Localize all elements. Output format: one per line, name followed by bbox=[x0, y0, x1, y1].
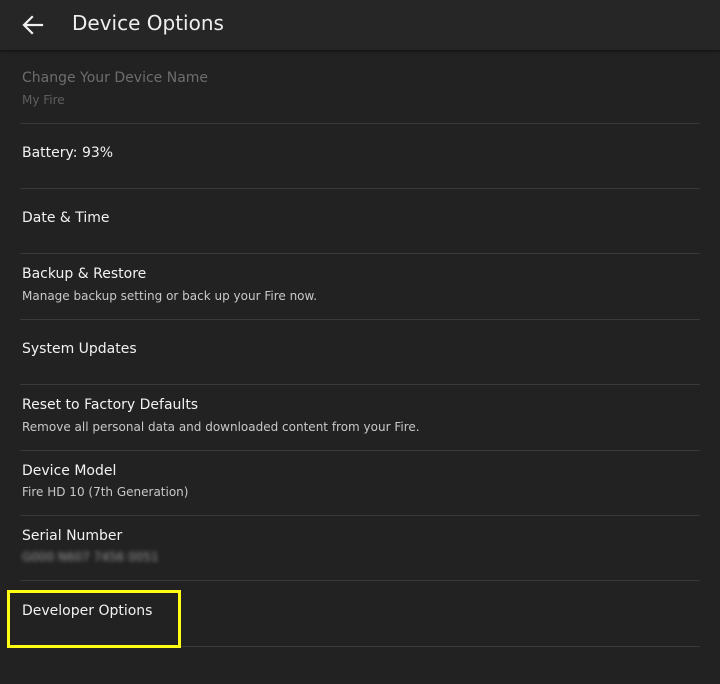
serial-number-label: Serial Number bbox=[22, 528, 123, 544]
developer-options-item[interactable]: Developer Options bbox=[0, 581, 720, 646]
serial-number-value: G000 N607 7456 0051 bbox=[22, 550, 159, 564]
divider bbox=[20, 646, 700, 647]
back-arrow-icon[interactable] bbox=[18, 10, 48, 40]
system-updates-label: System Updates bbox=[22, 341, 137, 357]
developer-options-label: Developer Options bbox=[22, 603, 153, 619]
date-time-label: Date & Time bbox=[22, 210, 110, 226]
factory-reset-label: Reset to Factory Defaults bbox=[22, 397, 199, 413]
backup-restore-description: Manage backup setting or back up your Fi… bbox=[22, 289, 318, 303]
factory-reset-description: Remove all personal data and downloaded … bbox=[22, 420, 420, 434]
battery-item[interactable]: Battery: 93% bbox=[0, 124, 720, 188]
device-model-item[interactable]: Device Model Fire HD 10 (7th Generation) bbox=[0, 451, 720, 515]
date-time-item[interactable]: Date & Time bbox=[0, 189, 720, 253]
app-bar: Device Options bbox=[0, 0, 720, 50]
backup-restore-item[interactable]: Backup & Restore Manage backup setting o… bbox=[0, 254, 720, 319]
backup-restore-label: Backup & Restore bbox=[22, 266, 147, 282]
device-options-screen: Device Options Change Your Device Name M… bbox=[0, 0, 720, 684]
change-device-name-item[interactable]: Change Your Device Name My Fire bbox=[0, 50, 720, 123]
system-updates-item[interactable]: System Updates bbox=[0, 320, 720, 384]
device-name-value: My Fire bbox=[22, 93, 65, 107]
factory-reset-item[interactable]: Reset to Factory Defaults Remove all per… bbox=[0, 385, 720, 450]
change-device-name-label: Change Your Device Name bbox=[22, 70, 209, 86]
device-model-label: Device Model bbox=[22, 463, 117, 479]
battery-label: Battery: 93% bbox=[22, 145, 114, 161]
device-model-value: Fire HD 10 (7th Generation) bbox=[22, 485, 189, 499]
page-title: Device Options bbox=[72, 11, 224, 35]
serial-number-item[interactable]: Serial Number G000 N607 7456 0051 bbox=[0, 516, 720, 580]
